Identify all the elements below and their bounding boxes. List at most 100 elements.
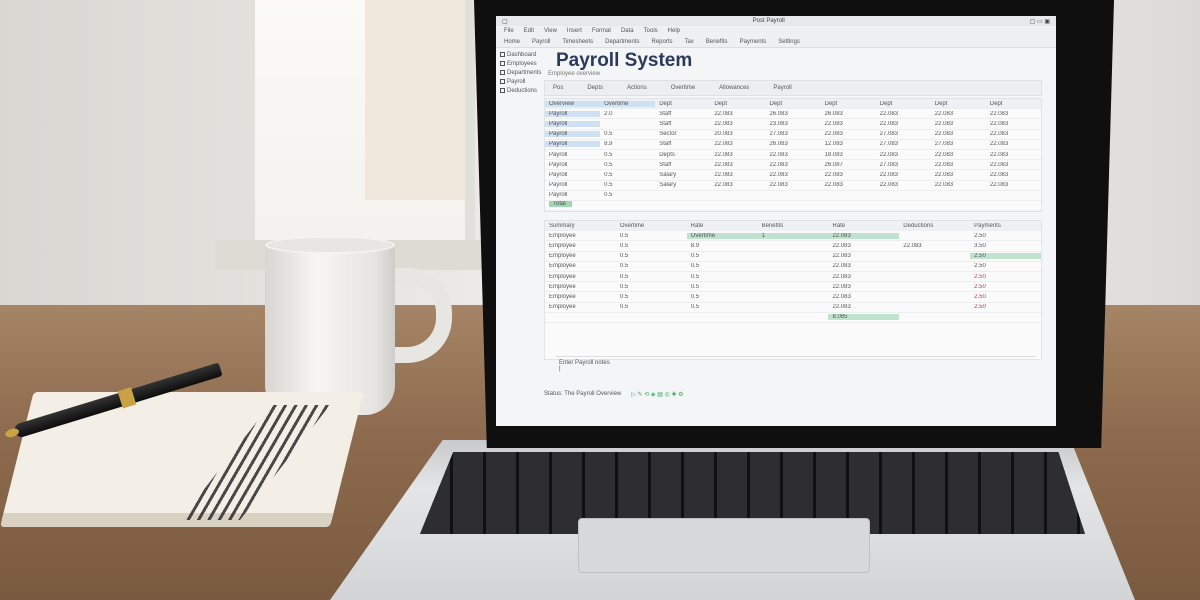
table-cell: 20.083 [714,131,733,138]
tab[interactable]: Allowances [719,85,749,91]
column-header[interactable]: Overtime [616,223,687,229]
table-cell: 23.083 [769,120,788,127]
table-row[interactable]: Payroll 0.5 Depts 22.083 22.083 18.083 22.083 2… [545,150,1041,161]
bookmark[interactable]: Payments [740,39,767,45]
sidebar-item[interactable]: Employees [500,59,544,68]
tab[interactable]: Pos [553,85,563,91]
tab[interactable]: Overtime [671,85,695,91]
table-cell: Employee [549,242,576,249]
sidebar-item[interactable]: Deductions [500,86,544,95]
table-cell: 22.083 [989,171,1009,178]
page-subtitle: Employee overview [548,71,601,77]
table-cell: Staff [659,120,672,127]
bookmark[interactable]: Benefits [706,39,728,45]
table-row[interactable]: Payroll Staff 22.083 23.083 22.083 22.083 22.0… [545,119,1041,130]
bookmark[interactable]: Departments [605,39,639,45]
column-header[interactable]: Dept [986,101,1041,107]
table-cell: 22.083 [934,120,954,127]
table-row[interactable]: Payroll 0.5 Salary 22.083 22.083 22.083 22.083… [545,181,1041,191]
column-header[interactable]: Payments [970,223,1041,229]
column-header[interactable]: Rate [687,223,758,229]
tab[interactable]: Payroll [773,85,791,91]
table-cell: Employee [549,293,576,300]
menu-item[interactable]: Help [668,28,680,34]
sidebar-item[interactable]: Departments [500,68,544,77]
menu-item[interactable]: Format [592,28,611,34]
sidebar-label: Employees [507,60,537,67]
menu-item[interactable]: Data [621,28,634,34]
column-header[interactable]: Dept [931,101,986,107]
sidebar-item[interactable]: Payroll [500,77,544,86]
toolbar-icons[interactable]: ▷ ✎ ⟲ ◈ ▤ ◎ ✚ ⚙ [631,391,683,398]
table-cell: 0.5 [604,161,613,168]
menu-item[interactable]: View [544,28,557,34]
sidebar-item[interactable]: Dashboard [500,50,544,59]
bookmark[interactable]: Payroll [532,39,550,45]
table-cell: 0.5 [690,253,700,260]
tab[interactable]: Depts [587,85,603,91]
column-header[interactable]: Dept [655,101,710,107]
table-cell: 27.083 [769,131,788,138]
column-header[interactable]: Summary [545,223,616,229]
summary-total-value: 8.085 [828,314,900,321]
menu-item[interactable]: File [504,28,514,34]
table-row[interactable]: Payroll 0.5 Salary 22.083 22.083 22.083 22.083… [545,170,1041,181]
table-cell: Employee [549,273,576,280]
table-cell: 0.5 [619,273,629,280]
bookmark[interactable]: Settings [778,39,800,45]
column-header[interactable]: Overview [545,100,601,107]
column-header[interactable]: Dept [710,101,765,107]
table-row[interactable]: Payroll 2.0 Staff 22.083 26.083 26.083 22.083 2… [545,109,1041,120]
column-header[interactable]: Dept [765,101,820,107]
column-header[interactable]: Rate [828,223,899,229]
column-header[interactable]: Deductions [899,223,970,229]
bookmarks-bar: Home Payroll Timesheets Departments Reports T… [496,36,1056,48]
trackpad [578,518,870,573]
table-cell: 22.083 [832,263,851,270]
summary-row[interactable]: Employee 0.5 0.5 22.083 2.50 [545,252,1042,262]
table-cell: 22.083 [989,151,1009,158]
bookmark[interactable]: Timesheets [562,39,593,45]
bookmark[interactable]: Home [504,39,520,45]
summary-row[interactable]: Employee 0.5 Overtime 1 22.083 2.50 [545,231,1041,242]
table-cell: 0.5 [604,171,613,178]
table-cell: 26.083 [824,110,843,117]
column-header[interactable]: Overtime [600,100,656,107]
sidebar-label: Payroll [507,78,526,85]
summary-row[interactable]: Employee 0.5 0.5 22.083 2.50 [545,303,1041,313]
column-header[interactable]: Dept [821,101,876,107]
table-cell: Employee [549,253,576,260]
table-cell: 2.50 [974,273,986,280]
tab[interactable]: Actions [627,85,647,91]
table-row[interactable]: Payroll 0.5 Staff 22.083 22.083 26.087 27.083 2… [545,160,1041,171]
summary-row[interactable]: Employee 0.5 0.5 22.083 2.50 [545,282,1041,293]
table-cell: Employee [549,283,576,290]
bottom-toolbar: Status: The Payroll Overview ▷ ✎ ⟲ ◈ ▤ ◎ … [540,386,1040,402]
table-row[interactable]: Payroll 8.9 Staff 22.083 26.083 12.083 27.083 2… [545,140,1041,150]
mug-rim [265,236,395,254]
bookmark[interactable]: Reports [652,39,673,45]
table-cell: Payroll [549,161,568,168]
table-cell: 2.50 [974,263,986,270]
column-header[interactable]: Dept [876,101,931,107]
summary-row[interactable]: Employee 0.5 0.5 22.083 2.50 [545,292,1041,303]
table-cell: 3.50 [974,242,986,249]
summary-row[interactable]: Employee 0.5 8.9 22.083 22.083 3.50 [545,241,1041,252]
menu-item[interactable]: Edit [524,28,534,34]
table-cell: 22.083 [879,110,899,117]
summary-row[interactable]: Employee 0.5 0.5 22.083 2.50 [545,272,1041,283]
table-cell: 8.9 [604,141,613,148]
menu-item[interactable]: Tools [644,28,658,34]
table-cell: 0.5 [619,293,629,300]
table-row[interactable]: Payroll 0.5 [545,191,1041,201]
window-controls[interactable]: ▢ ▭ ▣ [1030,18,1050,25]
table-cell: Payroll [545,131,601,138]
menu-item[interactable]: Insert [567,28,582,34]
window-title: Post Payroll [752,18,785,24]
table-cell: Overtime [686,232,758,239]
notes-input[interactable]: Enter Payroll notes | [556,356,1036,386]
table-row[interactable]: Payroll 0.5 Sector 20.083 27.083 22.083 27.083… [545,130,1041,140]
summary-row[interactable]: Employee 0.5 0.5 22.083 2.50 [545,262,1041,272]
column-header[interactable]: Benefits [758,223,829,229]
bookmark[interactable]: Tax [685,39,694,45]
